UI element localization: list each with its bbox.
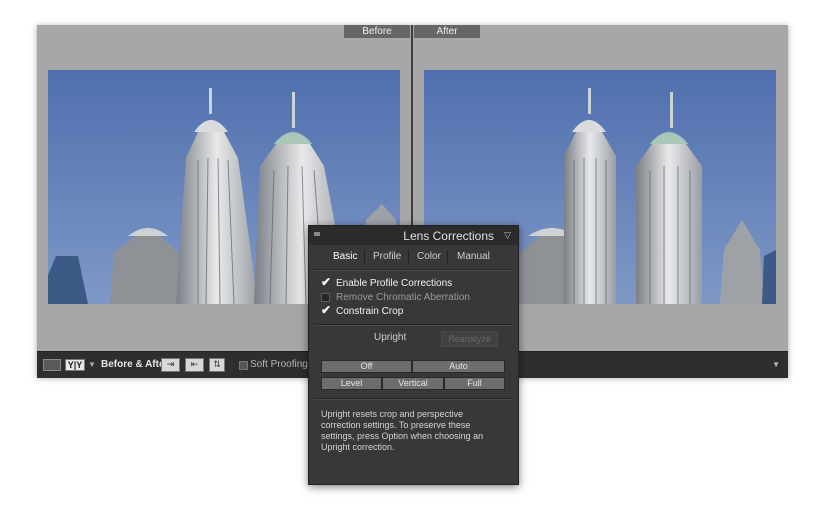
collapse-triangle-icon[interactable]: ▽ — [504, 230, 511, 241]
checkbox[interactable] — [321, 293, 330, 302]
before-after-view-button[interactable]: Y|Y — [65, 359, 85, 371]
tab-color[interactable]: Color — [417, 251, 441, 262]
tab-basic[interactable]: Basic — [333, 251, 357, 262]
upright-off-button[interactable]: Off — [321, 360, 412, 373]
upright-row-2: Level Vertical Full — [321, 377, 505, 390]
upright-label: Upright — [374, 332, 407, 343]
copy-after-to-before-icon[interactable]: ⇤ — [185, 358, 204, 372]
single-view-icon[interactable] — [43, 359, 61, 371]
tab-profile[interactable]: Profile — [373, 251, 401, 262]
soft-proofing-checkbox[interactable] — [239, 361, 248, 370]
option-label: Remove Chromatic Aberration — [336, 292, 470, 303]
upright-vertical-button[interactable]: Vertical — [382, 377, 444, 390]
panel-title: Lens Corrections — [403, 229, 494, 243]
soft-proofing-label: Soft Proofing — [250, 359, 308, 370]
after-label: After — [414, 25, 480, 38]
chevron-down-icon[interactable]: ▼ — [88, 360, 96, 369]
option-label: Constrain Crop — [336, 306, 404, 317]
tab-manual[interactable]: Manual — [457, 251, 490, 262]
lens-corrections-panel: Lens Corrections ▽ Basic Profile Color M… — [308, 225, 519, 485]
reanalyze-button[interactable]: Reanalyze — [441, 331, 498, 347]
panel-tabs: Basic Profile Color Manual — [309, 248, 518, 268]
upright-row-1: Off Auto — [321, 360, 505, 373]
checkmark-icon: ✔ — [321, 303, 332, 317]
upright-full-button[interactable]: Full — [444, 377, 505, 390]
panel-grip-icon — [314, 232, 320, 236]
before-label: Before — [344, 25, 410, 38]
swap-before-after-icon[interactable]: ⇅ — [209, 358, 225, 372]
upright-level-button[interactable]: Level — [321, 377, 382, 390]
upright-auto-button[interactable]: Auto — [412, 360, 505, 373]
panel-header[interactable]: Lens Corrections ▽ — [309, 226, 518, 245]
toolbar-menu-icon[interactable]: ▼ — [772, 360, 780, 369]
upright-description: Upright resets crop and perspective corr… — [321, 409, 484, 452]
option-label: Enable Profile Corrections — [336, 278, 453, 289]
copy-before-to-after-icon[interactable]: ⇥ — [161, 358, 180, 372]
checkmark-icon: ✔ — [321, 275, 332, 289]
